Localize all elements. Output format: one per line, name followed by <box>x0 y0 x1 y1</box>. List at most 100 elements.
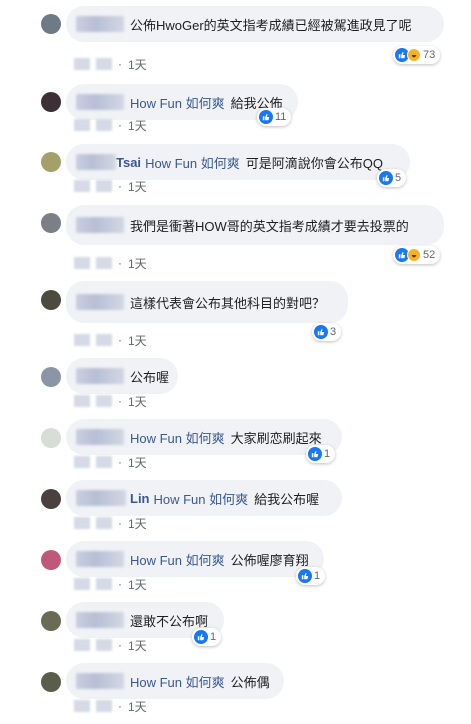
mention-link[interactable]: How Fun 如何爽 <box>154 489 249 508</box>
mention-link[interactable]: How Fun 如何爽 <box>130 428 225 447</box>
timestamp[interactable]: 1天 <box>128 178 147 195</box>
commenter-name-suffix[interactable]: Tsai <box>116 155 141 170</box>
avatar[interactable] <box>41 672 61 692</box>
avatar[interactable] <box>41 611 61 631</box>
commenter-name[interactable] <box>76 294 124 310</box>
like-icon <box>314 325 328 339</box>
timestamp[interactable]: 1天 <box>128 393 147 410</box>
reply-link[interactable] <box>96 639 112 651</box>
commenter-name[interactable] <box>76 16 124 32</box>
timestamp[interactable]: 1天 <box>128 698 147 715</box>
reply-link[interactable] <box>96 578 112 590</box>
timestamp[interactable]: 1天 <box>128 255 147 272</box>
reaction-count[interactable]: 73 <box>393 46 441 64</box>
like-icon <box>259 110 273 124</box>
comment-bubble: Tsai How Fun 如何爽 可是阿滴說你會公布QQ <box>66 144 410 180</box>
comment-meta: · 1天 <box>74 576 147 593</box>
comment-meta: · 1天 <box>74 454 147 471</box>
mention-link[interactable]: How Fun 如何爽 <box>145 153 240 172</box>
avatar[interactable] <box>41 428 61 448</box>
reply-link[interactable] <box>96 517 112 529</box>
commenter-name[interactable] <box>76 490 126 506</box>
comment-bubble: 公布喔 <box>66 358 178 394</box>
comment-text: 公佈偶 <box>230 674 270 690</box>
commenter-name[interactable] <box>76 368 124 384</box>
reply-link[interactable] <box>96 58 112 70</box>
mention-link[interactable]: How Fun 如何爽 <box>130 672 225 691</box>
reply-link[interactable] <box>96 334 112 346</box>
timestamp[interactable]: 1天 <box>128 56 147 73</box>
avatar[interactable] <box>41 550 61 570</box>
commenter-name[interactable] <box>76 217 124 233</box>
like-link[interactable] <box>74 334 90 346</box>
separator: · <box>118 577 122 591</box>
like-icon <box>308 447 322 461</box>
like-link[interactable] <box>74 257 90 269</box>
like-icon <box>379 171 393 185</box>
reply-link[interactable] <box>96 700 112 712</box>
reaction-count[interactable]: 5 <box>377 169 407 187</box>
reaction-number: 11 <box>275 111 287 123</box>
timestamp[interactable]: 1天 <box>128 637 147 654</box>
reply-link[interactable] <box>96 456 112 468</box>
like-link[interactable] <box>74 58 90 70</box>
reaction-number: 3 <box>330 326 337 338</box>
avatar[interactable] <box>41 213 61 233</box>
like-link[interactable] <box>74 180 90 192</box>
separator: · <box>118 118 122 132</box>
timestamp[interactable]: 1天 <box>128 332 147 349</box>
like-link[interactable] <box>74 578 90 590</box>
avatar[interactable] <box>41 367 61 387</box>
avatar[interactable] <box>41 92 61 112</box>
reaction-count[interactable]: 11 <box>257 108 292 126</box>
comment-meta: · 1天 <box>74 332 147 349</box>
commenter-name[interactable] <box>76 551 124 567</box>
like-link[interactable] <box>74 456 90 468</box>
avatar[interactable] <box>41 290 61 310</box>
timestamp[interactable]: 1天 <box>128 576 147 593</box>
reply-link[interactable] <box>96 257 112 269</box>
avatar[interactable] <box>41 489 61 509</box>
separator: · <box>118 455 122 469</box>
comment-bubble: How Fun 如何爽 公佈偶 <box>66 663 284 699</box>
comment-meta: · 1天 <box>74 56 147 73</box>
mention-link[interactable]: How Fun 如何爽 <box>130 93 225 112</box>
reaction-count[interactable]: 1 <box>192 628 222 646</box>
like-link[interactable] <box>74 119 90 131</box>
commenter-name[interactable] <box>76 94 124 110</box>
reaction-count[interactable]: 52 <box>393 246 441 264</box>
reply-link[interactable] <box>96 119 112 131</box>
like-link[interactable] <box>74 700 90 712</box>
commenter-name[interactable] <box>76 673 124 689</box>
reply-link[interactable] <box>96 395 112 407</box>
mention-link[interactable]: How Fun 如何爽 <box>130 550 225 569</box>
commenter-name[interactable] <box>76 429 124 445</box>
separator: · <box>118 516 122 530</box>
like-icon <box>298 569 312 583</box>
avatar[interactable] <box>41 14 61 34</box>
separator: · <box>118 57 122 71</box>
comment-bubble: How Fun 如何爽 大家刷恋刷起來 <box>66 419 342 455</box>
timestamp[interactable]: 1天 <box>128 515 147 532</box>
like-link[interactable] <box>74 639 90 651</box>
reaction-count[interactable]: 3 <box>312 323 342 341</box>
reaction-count[interactable]: 1 <box>296 567 326 585</box>
comment-bubble: 我們是衝著HOW哥的英文指考成績才要去投票的 <box>66 205 444 245</box>
commenter-name-suffix[interactable]: Lin <box>130 491 150 506</box>
reaction-number: 1 <box>324 448 331 460</box>
commenter-name[interactable] <box>76 612 124 628</box>
comment-bubble: 這樣代表會公布其他科目的對吧？ <box>66 281 348 323</box>
comment-text: 可是阿滴說你會公布QQ <box>245 155 383 171</box>
timestamp[interactable]: 1天 <box>128 454 147 471</box>
commenter-name[interactable] <box>76 154 116 170</box>
timestamp[interactable]: 1天 <box>128 117 147 134</box>
comment-meta: · 1天 <box>74 698 147 715</box>
reply-link[interactable] <box>96 180 112 192</box>
avatar[interactable] <box>41 152 61 172</box>
reaction-count[interactable]: 1 <box>306 445 336 463</box>
like-link[interactable] <box>74 517 90 529</box>
like-link[interactable] <box>74 395 90 407</box>
comment-text: 公佈HwoGer的英文指考成績已經被駕進政見了呢 <box>130 17 412 33</box>
haha-icon <box>407 48 421 62</box>
haha-icon <box>407 248 421 262</box>
